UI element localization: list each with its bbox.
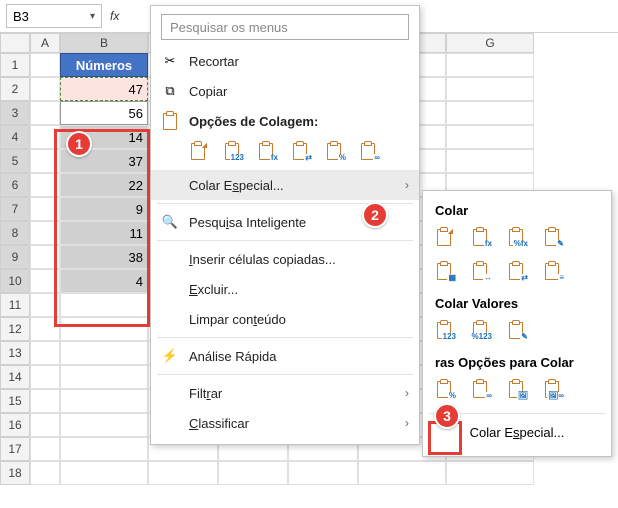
paste-values-123-icon[interactable]: 123 (435, 319, 457, 341)
cell-B2[interactable]: 47 (60, 77, 148, 101)
paste-percent-fx-icon[interactable]: %fx (507, 226, 529, 248)
row-header-1[interactable]: 1 (0, 53, 30, 77)
menu-sort[interactable]: Classificar › (151, 408, 419, 438)
quick-analysis-icon: ⚡ (161, 347, 179, 365)
paste-format-only-icon[interactable]: % (435, 378, 457, 400)
paste-remove-blanks-icon[interactable]: ≡ (543, 260, 565, 282)
annotation-badge-3: 3 (434, 403, 460, 429)
annotation-badge-1: 1 (66, 131, 92, 157)
col-header-B[interactable]: B (60, 33, 148, 53)
chevron-right-icon: › (405, 178, 409, 192)
cell-B1[interactable]: Números (60, 53, 148, 77)
name-box-value: B3 (13, 9, 29, 24)
chevron-right-icon: › (405, 416, 409, 430)
submenu-values-title: Colar Valores (423, 292, 611, 317)
paste-link-icon[interactable]: ∞ (471, 378, 493, 400)
paste-picture-icon[interactable]: 🖼 (507, 378, 529, 400)
chevron-down-icon: ▾ (90, 11, 95, 22)
menu-clear[interactable]: Limpar conteúdo (151, 304, 419, 334)
col-header-A[interactable]: A (30, 33, 60, 53)
menu-cut[interactable]: ✂ Recortar (151, 46, 419, 76)
scissors-icon: ✂ (161, 52, 179, 70)
search-icon: 🔍 (161, 213, 179, 231)
paste-transpose-icon[interactable]: ⇄ (507, 260, 529, 282)
chevron-right-icon: › (405, 386, 409, 400)
paste-values-numfmt-icon[interactable]: %123 (471, 319, 493, 341)
copy-icon: ⧉ (161, 82, 179, 100)
annotation-badge-2: 2 (362, 202, 388, 228)
fx-icon[interactable]: fx (110, 9, 119, 23)
paste-default-icon[interactable] (435, 226, 457, 248)
paste-values-icon[interactable]: 123 (223, 140, 245, 162)
paste-options-header: Opções de Colagem: (151, 106, 419, 136)
paste-default-icon[interactable] (189, 140, 211, 162)
name-box[interactable]: B3 ▾ (6, 4, 102, 28)
menu-delete[interactable]: Excluir... (151, 274, 419, 304)
menu-quick-analysis[interactable]: ⚡ Análise Rápida (151, 341, 419, 371)
menu-paste-special[interactable]: Colar Especial... › (151, 170, 419, 200)
paste-linked-picture-icon[interactable]: 🖼∞ (543, 378, 565, 400)
menu-search-input[interactable]: Pesquisar os menus (161, 14, 409, 40)
paste-formulas-icon[interactable]: fx (257, 140, 279, 162)
clipboard-icon (161, 112, 179, 130)
paste-col-width-icon[interactable]: ↔ (471, 260, 493, 282)
row-header-2[interactable]: 2 (0, 77, 30, 101)
menu-filter[interactable]: Filtrar › (151, 378, 419, 408)
submenu-paste-title: Colar (423, 199, 611, 224)
menu-copy[interactable]: ⧉ Copiar (151, 76, 419, 106)
paste-fx-icon[interactable]: fx (471, 226, 493, 248)
paste-brush-icon[interactable]: ✎ (543, 226, 565, 248)
cell-A1[interactable] (30, 53, 60, 77)
paste-formatting-icon[interactable]: % (325, 140, 347, 162)
paste-transpose-icon[interactable]: ⇄ (291, 140, 313, 162)
paste-link-icon[interactable]: ∞ (359, 140, 381, 162)
select-all-corner[interactable] (0, 33, 30, 53)
submenu-other-title: ras Opções para Colar (423, 351, 611, 376)
paste-values-format-icon[interactable]: ✎ (507, 319, 529, 341)
col-header-G[interactable]: G (446, 33, 534, 53)
menu-insert-copied[interactable]: Inserir células copiadas... (151, 244, 419, 274)
paste-no-borders-icon[interactable]: ▦ (435, 260, 457, 282)
paste-options-row: 123 fx ⇄ % ∞ (151, 136, 419, 170)
